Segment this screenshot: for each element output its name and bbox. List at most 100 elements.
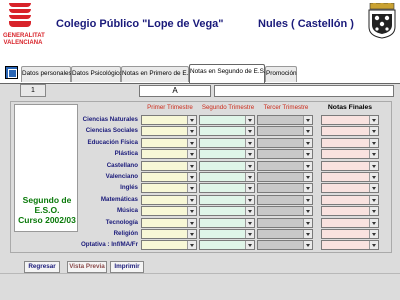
grade-select-t1[interactable] xyxy=(141,126,197,136)
chevron-down-icon[interactable] xyxy=(245,139,254,147)
chevron-down-icon[interactable] xyxy=(245,127,254,135)
grade-select-t1[interactable] xyxy=(141,206,197,216)
chevron-down-icon[interactable] xyxy=(369,207,378,215)
grade-select-final[interactable] xyxy=(321,240,379,250)
group-field[interactable]: A xyxy=(139,85,211,97)
grade-select-t1[interactable] xyxy=(141,240,197,250)
grade-select-final[interactable] xyxy=(321,195,379,205)
chevron-down-icon[interactable] xyxy=(245,184,254,192)
grade-select-final[interactable] xyxy=(321,172,379,182)
grade-select-t3[interactable] xyxy=(257,126,313,136)
chevron-down-icon[interactable] xyxy=(369,127,378,135)
chevron-down-icon[interactable] xyxy=(245,230,254,238)
grade-select-t2[interactable] xyxy=(199,126,255,136)
grade-select-t2[interactable] xyxy=(199,240,255,250)
grade-select-t2[interactable] xyxy=(199,172,255,182)
chevron-down-icon[interactable] xyxy=(245,241,254,249)
grade-select-final[interactable] xyxy=(321,161,379,171)
chevron-down-icon[interactable] xyxy=(245,150,254,158)
grade-select-t1[interactable] xyxy=(141,115,197,125)
chevron-down-icon[interactable] xyxy=(187,139,196,147)
grade-select-t1[interactable] xyxy=(141,149,197,159)
grade-select-t2[interactable] xyxy=(199,183,255,193)
grade-select-t2[interactable] xyxy=(199,229,255,239)
chevron-down-icon[interactable] xyxy=(245,173,254,181)
chevron-down-icon[interactable] xyxy=(369,139,378,147)
print-preview-button[interactable]: Vista Previa xyxy=(67,261,107,273)
chevron-down-icon[interactable] xyxy=(245,116,254,124)
chevron-down-icon[interactable] xyxy=(187,162,196,170)
grade-select-t1[interactable] xyxy=(141,161,197,171)
chevron-down-icon[interactable] xyxy=(187,184,196,192)
chevron-down-icon[interactable] xyxy=(245,162,254,170)
grade-select-final[interactable] xyxy=(321,183,379,193)
grade-select-t1[interactable] xyxy=(141,172,197,182)
grade-select-t3[interactable] xyxy=(257,138,313,148)
tab-datos-personales[interactable]: Datos personales xyxy=(21,66,72,82)
chevron-down-icon[interactable] xyxy=(187,127,196,135)
chevron-down-icon[interactable] xyxy=(369,184,378,192)
chevron-down-icon[interactable] xyxy=(245,207,254,215)
grade-select-final[interactable] xyxy=(321,206,379,216)
chevron-down-icon[interactable] xyxy=(303,139,312,147)
grade-select-t2[interactable] xyxy=(199,218,255,228)
print-button[interactable]: Imprimir xyxy=(110,261,144,273)
grade-select-final[interactable] xyxy=(321,138,379,148)
grade-select-final[interactable] xyxy=(321,126,379,136)
grade-select-t3[interactable] xyxy=(257,229,313,239)
record-number-button[interactable]: 1 xyxy=(20,84,46,97)
grade-select-final[interactable] xyxy=(321,149,379,159)
chevron-down-icon[interactable] xyxy=(187,241,196,249)
chevron-down-icon[interactable] xyxy=(187,207,196,215)
grade-select-t3[interactable] xyxy=(257,161,313,171)
chevron-down-icon[interactable] xyxy=(369,219,378,227)
grade-select-t1[interactable] xyxy=(141,218,197,228)
grade-select-t3[interactable] xyxy=(257,240,313,250)
grade-select-t3[interactable] xyxy=(257,115,313,125)
chevron-down-icon[interactable] xyxy=(303,230,312,238)
grade-select-final[interactable] xyxy=(321,115,379,125)
chevron-down-icon[interactable] xyxy=(369,116,378,124)
chevron-down-icon[interactable] xyxy=(303,196,312,204)
grade-select-t2[interactable] xyxy=(199,161,255,171)
chevron-down-icon[interactable] xyxy=(187,230,196,238)
chevron-down-icon[interactable] xyxy=(187,116,196,124)
grade-select-t1[interactable] xyxy=(141,138,197,148)
grade-select-t3[interactable] xyxy=(257,195,313,205)
tab-promocion[interactable]: Promoción xyxy=(265,66,297,82)
grade-select-t1[interactable] xyxy=(141,195,197,205)
tab-datos-psicologicos[interactable]: Datos Psicológicos xyxy=(71,66,126,82)
grade-select-t2[interactable] xyxy=(199,206,255,216)
chevron-down-icon[interactable] xyxy=(303,184,312,192)
form-view-icon[interactable] xyxy=(5,66,18,79)
grade-select-t3[interactable] xyxy=(257,218,313,228)
chevron-down-icon[interactable] xyxy=(187,196,196,204)
chevron-down-icon[interactable] xyxy=(245,196,254,204)
chevron-down-icon[interactable] xyxy=(245,219,254,227)
tab-notas-segundo[interactable]: Notas en Segundo de E.S.O. xyxy=(189,64,272,84)
chevron-down-icon[interactable] xyxy=(303,241,312,249)
chevron-down-icon[interactable] xyxy=(369,196,378,204)
back-button[interactable]: Regresar xyxy=(24,261,60,273)
chevron-down-icon[interactable] xyxy=(369,241,378,249)
chevron-down-icon[interactable] xyxy=(303,173,312,181)
grade-select-t2[interactable] xyxy=(199,149,255,159)
chevron-down-icon[interactable] xyxy=(187,219,196,227)
chevron-down-icon[interactable] xyxy=(187,150,196,158)
grade-select-t3[interactable] xyxy=(257,172,313,182)
grade-select-t3[interactable] xyxy=(257,206,313,216)
chevron-down-icon[interactable] xyxy=(187,173,196,181)
chevron-down-icon[interactable] xyxy=(303,116,312,124)
grade-select-final[interactable] xyxy=(321,229,379,239)
grade-select-t1[interactable] xyxy=(141,183,197,193)
chevron-down-icon[interactable] xyxy=(369,162,378,170)
chevron-down-icon[interactable] xyxy=(369,173,378,181)
grade-select-t3[interactable] xyxy=(257,183,313,193)
chevron-down-icon[interactable] xyxy=(369,150,378,158)
chevron-down-icon[interactable] xyxy=(303,150,312,158)
grade-select-final[interactable] xyxy=(321,218,379,228)
grade-select-t2[interactable] xyxy=(199,138,255,148)
chevron-down-icon[interactable] xyxy=(369,230,378,238)
grade-select-t1[interactable] xyxy=(141,229,197,239)
group-description-field[interactable] xyxy=(214,85,394,97)
